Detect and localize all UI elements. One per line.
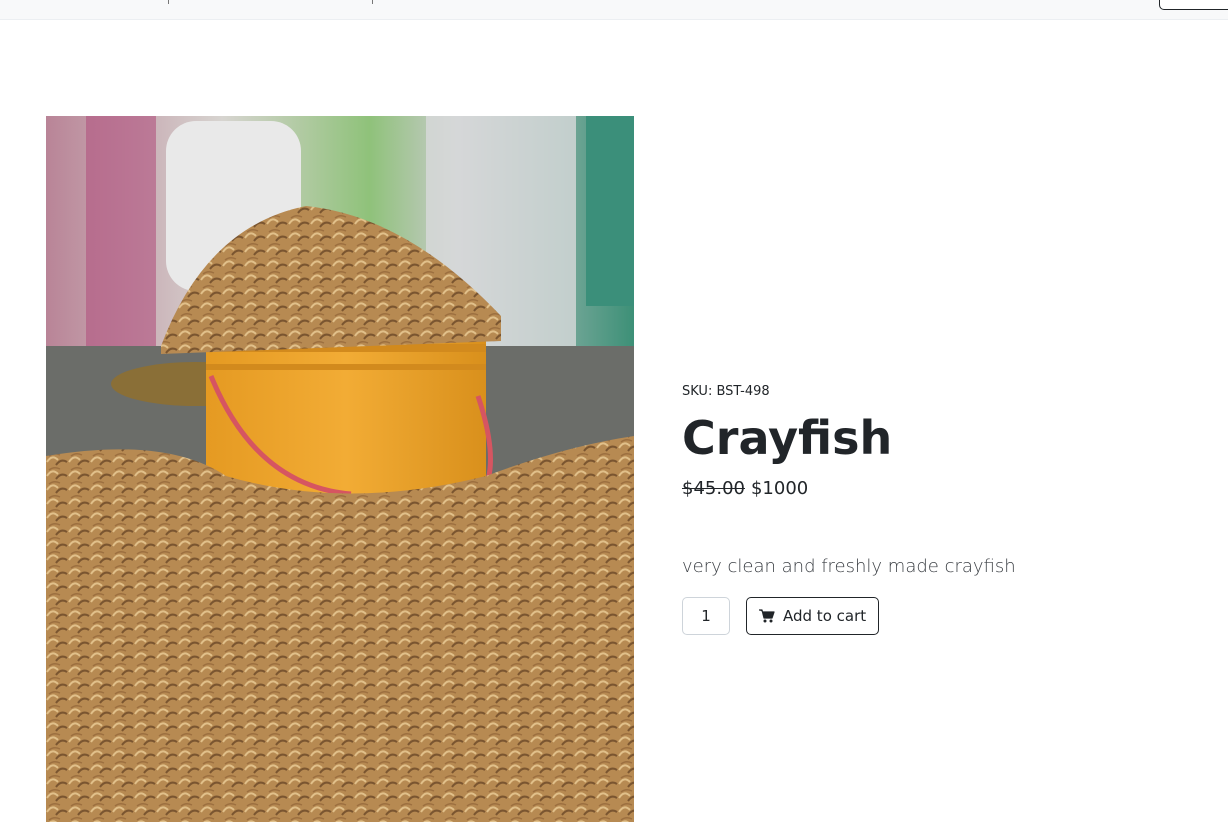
current-price: $1000 <box>750 478 809 499</box>
old-price: $45.00 <box>682 478 745 499</box>
product-title: Crayfish <box>682 411 893 465</box>
nav-link-fragment[interactable] <box>168 0 169 4</box>
cart-icon <box>759 609 775 623</box>
add-to-cart-button[interactable]: Add to cart <box>746 597 880 635</box>
add-to-cart-label: Add to cart <box>783 607 867 625</box>
nav-link-fragment[interactable] <box>372 0 373 4</box>
quantity-input[interactable] <box>682 597 730 635</box>
product-image <box>46 116 634 822</box>
product-price: $45.00 $1000 <box>682 478 808 499</box>
product-description: very clean and freshly made crayfish <box>682 556 1016 577</box>
navbar-button[interactable] <box>1159 0 1228 10</box>
top-navbar <box>0 0 1228 20</box>
product-sku: SKU: BST-498 <box>682 384 770 399</box>
